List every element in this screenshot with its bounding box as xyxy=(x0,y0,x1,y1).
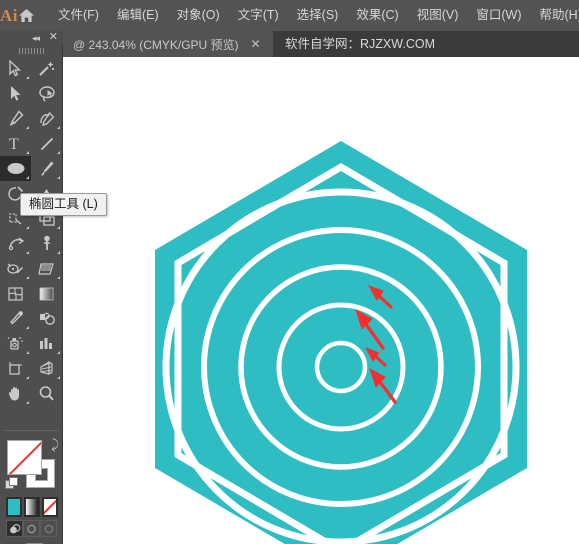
tool-hand[interactable] xyxy=(0,381,31,406)
flyout-corner-icon xyxy=(26,351,29,354)
tool-panel-separator xyxy=(4,430,59,431)
tool-symbol-sprayer[interactable] xyxy=(0,331,31,356)
artwork-svg xyxy=(155,141,527,544)
tool-type[interactable]: T xyxy=(0,131,31,156)
tool-paintbrush[interactable] xyxy=(31,156,62,181)
tool-magic-wand[interactable] xyxy=(31,56,62,81)
draw-behind-mode-button[interactable] xyxy=(23,520,40,537)
menu-item-effect[interactable]: 效果(C) xyxy=(347,0,407,31)
flyout-corner-icon xyxy=(26,76,29,79)
tool-line-segment[interactable] xyxy=(31,131,62,156)
grip-dots-icon xyxy=(18,47,45,54)
svg-text:T: T xyxy=(9,136,19,152)
tool-zoom[interactable] xyxy=(31,381,62,406)
tool-tooltip: 椭圆工具 (L) xyxy=(20,193,107,216)
gradient-swatch[interactable] xyxy=(24,497,40,517)
flyout-corner-icon xyxy=(57,176,60,179)
tool-panel-header: ◂◂ ✕ xyxy=(0,31,63,45)
tool-panel: ◂◂ ✕ T ⤸ xyxy=(0,31,63,544)
menu-item-help[interactable]: 帮助(H) xyxy=(531,0,579,31)
flyout-corner-icon xyxy=(26,401,29,404)
draw-mode-group xyxy=(6,520,58,537)
tool-slice[interactable] xyxy=(0,356,31,381)
tool-selection[interactable] xyxy=(0,56,31,81)
menu-bar: Ai 文件(F) 编辑(E) 对象(O) 文字(T) 选择(S) 效果(C) 视… xyxy=(0,0,579,31)
tool-gradient[interactable] xyxy=(31,281,62,306)
flyout-corner-icon xyxy=(57,151,60,154)
menu-item-type[interactable]: 文字(T) xyxy=(229,0,288,31)
draw-normal-mode-button[interactable] xyxy=(6,520,23,537)
tool-pen[interactable] xyxy=(0,106,31,131)
flyout-corner-icon xyxy=(57,251,60,254)
tool-grid: T xyxy=(0,56,63,406)
flyout-corner-icon xyxy=(57,376,60,379)
flyout-corner-icon xyxy=(26,276,29,279)
tool-lasso[interactable] xyxy=(31,81,62,106)
menu-item-file[interactable]: 文件(F) xyxy=(49,0,108,31)
default-fill-stroke-icon[interactable] xyxy=(5,477,18,490)
fill-mode-swatches xyxy=(6,497,58,517)
tool-rotate[interactable] xyxy=(0,231,31,256)
tool-perspective-grid[interactable] xyxy=(31,356,62,381)
fill-swatch[interactable] xyxy=(7,440,42,475)
flyout-corner-icon xyxy=(26,151,29,154)
tool-mesh[interactable] xyxy=(0,281,31,306)
tool-ellipse[interactable] xyxy=(0,156,31,181)
flyout-corner-icon xyxy=(26,226,29,229)
site-watermark-label: 软件自学网：RJZXW.COM xyxy=(285,37,435,51)
tool-direct-selection[interactable] xyxy=(0,81,31,106)
close-icon[interactable]: ✕ xyxy=(249,37,263,51)
menu-item-select[interactable]: 选择(S) xyxy=(288,0,348,31)
document-tab[interactable]: @ 243.04% (CMYK/GPU 预览) ✕ xyxy=(63,31,273,57)
menu-item-object[interactable]: 对象(O) xyxy=(168,0,229,31)
document-tab-label: @ 243.04% (CMYK/GPU 预览) xyxy=(73,37,239,52)
flyout-corner-icon xyxy=(57,276,60,279)
close-icon[interactable]: ✕ xyxy=(49,31,58,44)
menu-item-view[interactable]: 视图(V) xyxy=(408,0,468,31)
flyout-corner-icon xyxy=(57,351,60,354)
collapse-icon[interactable]: ◂◂ xyxy=(32,32,40,44)
tool-column-graph[interactable] xyxy=(31,331,62,356)
flyout-corner-icon xyxy=(57,226,60,229)
menu-item-list: 文件(F) 编辑(E) 对象(O) 文字(T) 选择(S) 效果(C) 视图(V… xyxy=(49,0,579,31)
menu-item-edit[interactable]: 编辑(E) xyxy=(108,0,168,31)
tool-width[interactable] xyxy=(0,256,31,281)
app-logo: Ai xyxy=(0,5,18,25)
tool-eyedropper[interactable] xyxy=(0,306,31,331)
draw-inside-mode-button[interactable] xyxy=(40,520,57,537)
flyout-corner-icon xyxy=(26,326,29,329)
panel-drag-handle[interactable] xyxy=(0,45,63,56)
none-swatch[interactable] xyxy=(42,497,58,517)
illustrator-window: Ai 文件(F) 编辑(E) 对象(O) 文字(T) 选择(S) 效果(C) 视… xyxy=(0,0,579,544)
tool-curvature[interactable] xyxy=(31,106,62,131)
default-fill xyxy=(9,477,18,486)
tab-bar: @ 243.04% (CMYK/GPU 预览) ✕ 软件自学网：RJZXW.CO… xyxy=(0,31,579,57)
menu-item-window[interactable]: 窗口(W) xyxy=(467,0,530,31)
tool-free-transform[interactable] xyxy=(31,256,62,281)
home-icon[interactable] xyxy=(18,0,35,31)
swap-fill-stroke-icon[interactable]: ⤸ xyxy=(51,437,59,453)
none-slash-icon xyxy=(8,441,41,474)
color-swatch[interactable] xyxy=(6,497,22,517)
flyout-corner-icon xyxy=(26,251,29,254)
artboard-canvas[interactable] xyxy=(63,57,579,544)
flyout-corner-icon xyxy=(26,126,29,129)
flyout-corner-icon xyxy=(26,176,29,179)
fill-stroke-controls: ⤸ xyxy=(0,435,63,505)
flyout-corner-icon xyxy=(57,126,60,129)
tool-blend[interactable] xyxy=(31,306,62,331)
tool-puppet-warp[interactable] xyxy=(31,231,62,256)
flyout-corner-icon xyxy=(26,376,29,379)
